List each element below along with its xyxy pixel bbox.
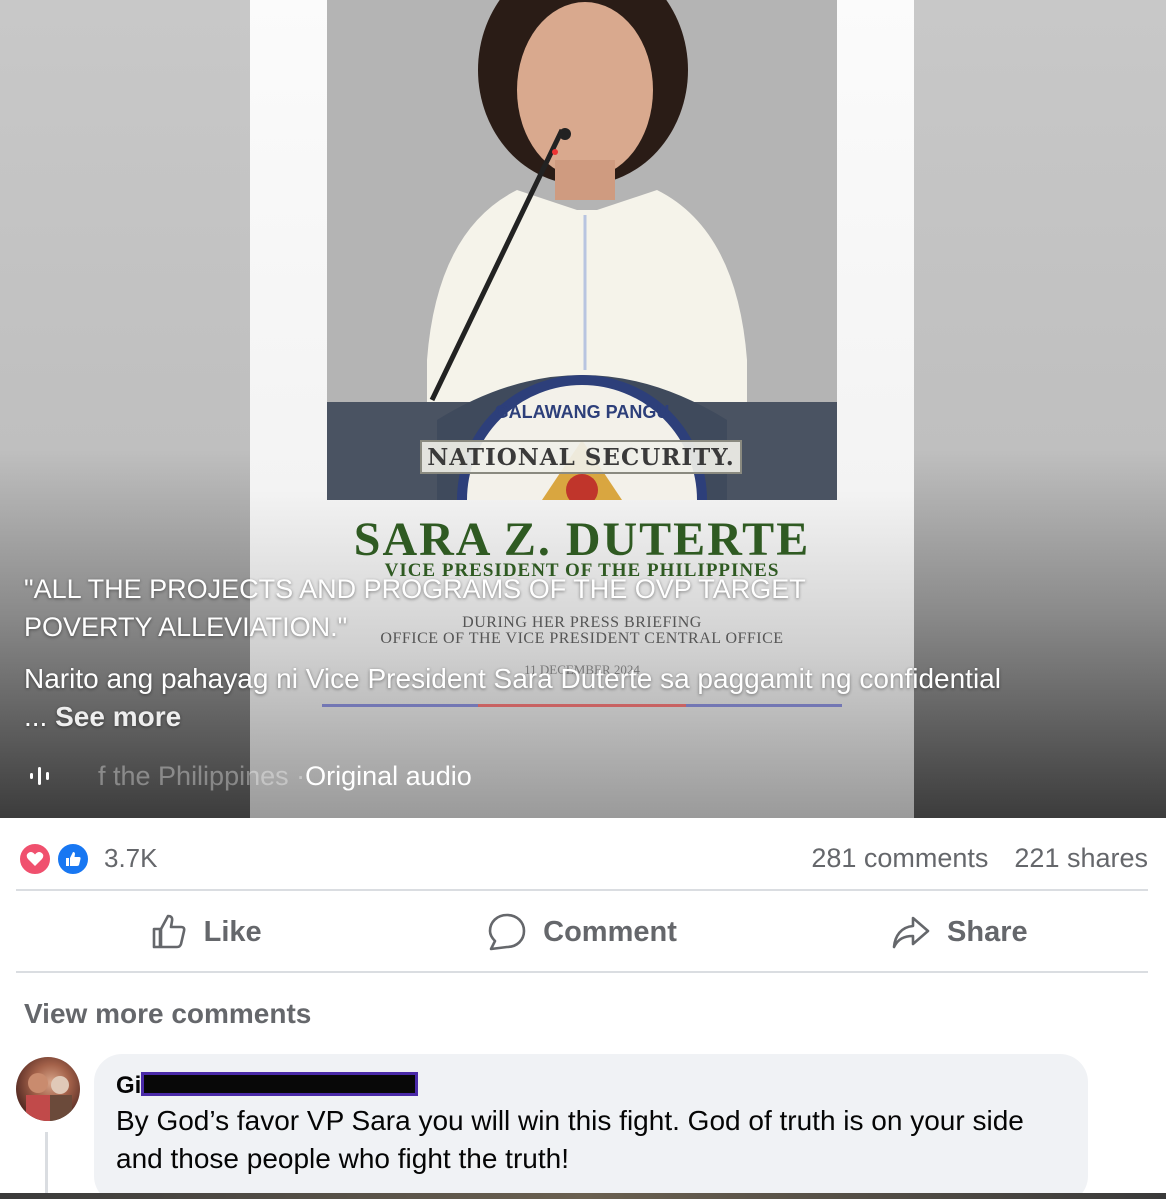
comments-count[interactable]: 281 comments — [811, 843, 988, 874]
audio-wave-icon — [30, 767, 49, 785]
caption-quote: "ALL THE PROJECTS AND PROGRAMS OF THE OV… — [24, 574, 806, 642]
thumbs-up-icon — [152, 914, 186, 949]
audio-source-faded: f the Philippines · — [98, 760, 306, 791]
speaker-photo: GALAWANG PANGU — [327, 0, 837, 500]
redaction-bar — [141, 1072, 418, 1096]
share-button[interactable]: Share — [771, 912, 1148, 952]
shares-count[interactable]: 221 shares — [1014, 843, 1148, 874]
audio-label: Original audio — [305, 760, 472, 791]
like-button[interactable]: Like — [16, 912, 393, 952]
avatar-photo — [26, 1073, 72, 1121]
comment-thread-line — [45, 1132, 48, 1199]
share-arrow-icon — [892, 916, 930, 949]
see-more-link[interactable]: See more — [55, 701, 181, 732]
like-reaction-icon — [56, 842, 90, 876]
share-label: Share — [947, 915, 1028, 948]
caption-body: Narito ang pahayag ni Vice President Sar… — [24, 660, 1004, 736]
bottom-cutoff-strip — [0, 1193, 1166, 1199]
commenter-avatar[interactable] — [16, 1057, 80, 1121]
view-more-comments-link[interactable]: View more comments — [24, 998, 311, 1030]
comment-button[interactable]: Comment — [393, 912, 770, 952]
love-reaction-icon — [18, 842, 52, 876]
comment-text: By God’s favor VP Sara you will win this… — [116, 1105, 1024, 1174]
reel-video[interactable]: GALAWANG PANGU NATIONAL SECURITY. SARA Z… — [0, 0, 1166, 818]
comment-label: Comment — [543, 915, 677, 948]
podium-label: NATIONAL SECURITY. — [420, 440, 742, 474]
reaction-count[interactable]: 3.7K — [104, 843, 158, 874]
seal-text: GALAWANG PANGU — [495, 402, 670, 422]
reaction-summary-bar: 3.7K 281 comments 221 shares — [18, 838, 1148, 878]
divider-top — [16, 889, 1148, 891]
comment-bubble-icon — [488, 913, 526, 951]
divider-bottom — [16, 971, 1148, 973]
audio-attribution[interactable]: f the Philippines · Original audio — [28, 758, 472, 794]
reaction-icons[interactable] — [18, 840, 94, 876]
post-action-bar: Like Comment Share — [16, 893, 1148, 971]
speaker-illustration: GALAWANG PANGU — [327, 0, 837, 500]
comment-author-name[interactable]: Gi — [116, 1072, 141, 1100]
engagement-counts: 281 comments 221 shares — [811, 843, 1148, 874]
like-label: Like — [203, 915, 262, 948]
title-card-name: SARA Z. DUTERTE — [353, 513, 811, 566]
